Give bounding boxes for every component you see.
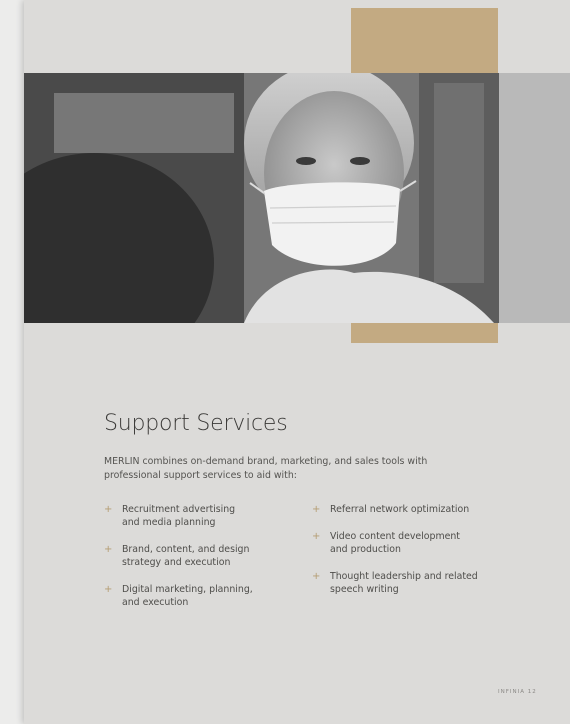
list-item: + Digital marketing, planning, and execu… — [104, 583, 294, 609]
list-item-text: Brand, content, and design strategy and … — [122, 544, 250, 568]
services-list-left: + Recruitment advertising and media plan… — [104, 503, 294, 623]
list-item: + Video content development and producti… — [312, 530, 512, 556]
plus-icon: + — [104, 544, 113, 555]
plus-icon: + — [312, 504, 321, 515]
list-item-text: Thought leadership and related speech wr… — [330, 571, 478, 595]
hero-photo — [24, 73, 570, 323]
intro-paragraph: MERLIN combines on-demand brand, marketi… — [104, 456, 428, 482]
section-title: Support Services — [104, 410, 288, 436]
list-item-text: Recruitment advertising and media planni… — [122, 504, 236, 528]
accent-block-top — [351, 8, 498, 73]
plus-icon: + — [104, 504, 113, 515]
accent-block-bottom — [351, 323, 498, 343]
list-item-text: Referral network optimization — [330, 504, 470, 515]
page-footer: INFINIA 12 — [498, 689, 537, 695]
list-item: + Brand, content, and design strategy an… — [104, 543, 294, 569]
services-list-right: + Referral network optimization + Video … — [312, 503, 512, 610]
list-item-text: Digital marketing, planning, and executi… — [122, 584, 253, 608]
list-item: + Recruitment advertising and media plan… — [104, 503, 294, 529]
list-item: + Referral network optimization — [312, 503, 512, 516]
plus-icon: + — [312, 531, 321, 542]
plus-icon: + — [312, 571, 321, 582]
plus-icon: + — [104, 584, 113, 595]
list-item: + Thought leadership and related speech … — [312, 570, 512, 596]
list-item-text: Video content development and production — [330, 531, 460, 555]
brochure-page: Support Services MERLIN combines on-dema… — [24, 0, 570, 724]
photo-masked-healthcare-worker — [24, 73, 570, 323]
